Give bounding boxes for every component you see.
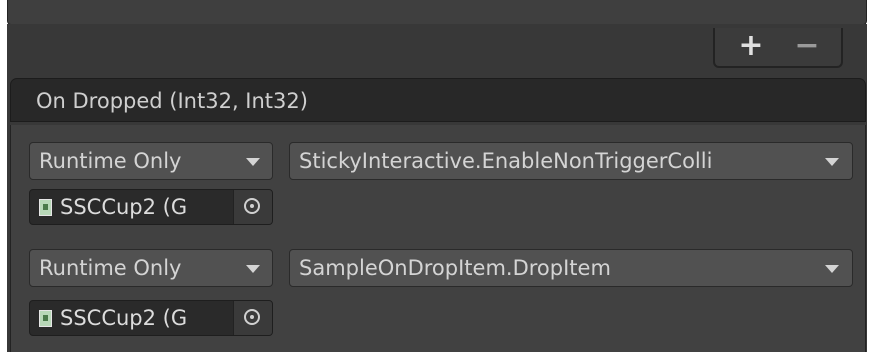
chevron-down-icon	[246, 265, 260, 273]
call-state-value: Runtime Only	[39, 256, 182, 280]
remove-listener-button[interactable]: −	[785, 28, 829, 63]
function-dropdown[interactable]: StickyInteractive.EnableNonTriggerColli	[289, 142, 853, 180]
target-object-field[interactable]: SSCCup2 (G	[29, 300, 273, 336]
previous-event-box	[7, 0, 867, 25]
target-object-value: SSCCup2 (G	[60, 306, 188, 330]
chevron-down-icon	[825, 265, 839, 273]
target-object-field[interactable]: SSCCup2 (G	[29, 189, 273, 225]
object-picker-icon	[244, 198, 260, 214]
object-picker-icon	[244, 309, 260, 325]
function-value: StickyInteractive.EnableNonTriggerColli	[299, 149, 713, 173]
event-title: On Dropped (Int32, Int32)	[36, 89, 308, 113]
list-footer: + −	[713, 28, 843, 68]
event-header: On Dropped (Int32, Int32)	[10, 78, 866, 122]
add-listener-button[interactable]: +	[729, 28, 773, 63]
call-state-dropdown[interactable]: Runtime Only	[29, 249, 273, 287]
chevron-down-icon	[825, 158, 839, 166]
listener-list: Runtime Only StickyInteractive.EnableNon…	[10, 125, 866, 352]
object-picker-button[interactable]	[233, 190, 272, 224]
object-picker-button[interactable]	[233, 301, 272, 335]
call-state-value: Runtime Only	[39, 149, 182, 173]
function-dropdown[interactable]: SampleOnDropItem.DropItem	[289, 249, 853, 287]
gameobject-icon	[39, 310, 52, 327]
call-state-dropdown[interactable]: Runtime Only	[29, 142, 273, 180]
target-object-value: SSCCup2 (G	[60, 195, 188, 219]
function-value: SampleOnDropItem.DropItem	[299, 256, 611, 280]
gameobject-icon	[39, 199, 52, 216]
chevron-down-icon	[246, 158, 260, 166]
